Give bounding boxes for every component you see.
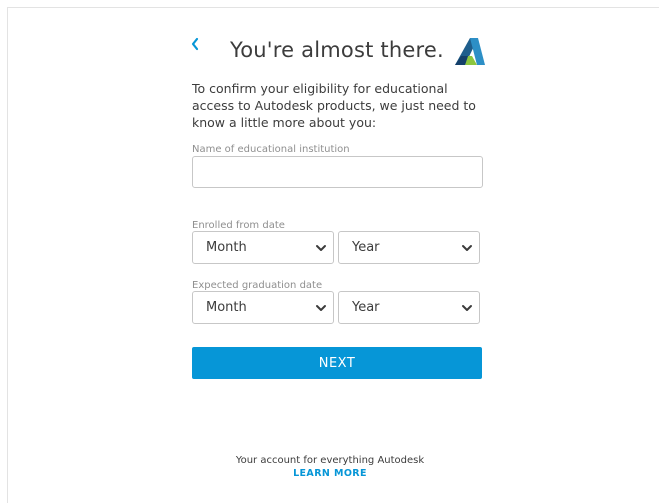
chevron-left-icon (191, 37, 199, 51)
graduation-month-value: Month (206, 300, 247, 315)
chevron-down-icon (462, 245, 472, 251)
learn-more-link[interactable]: LEARN MORE (293, 468, 367, 479)
intro-text: To confirm your eligibility for educatio… (192, 81, 476, 130)
back-button[interactable] (190, 37, 204, 55)
next-button[interactable]: NEXT (192, 347, 482, 379)
autodesk-logo (455, 38, 485, 65)
institution-label: Name of educational institution (192, 144, 350, 155)
page-title: You're almost there. (230, 38, 444, 62)
enrolled-month-value: Month (206, 240, 247, 255)
enrolled-label: Enrolled from date (192, 220, 285, 231)
enrolled-month-select[interactable]: Month (192, 231, 334, 264)
institution-input[interactable] (192, 156, 483, 188)
graduation-label: Expected graduation date (192, 280, 323, 291)
enrolled-year-select[interactable]: Year (338, 231, 480, 264)
footer-text: Your account for everything Autodesk (235, 455, 425, 466)
graduation-year-select[interactable]: Year (338, 291, 480, 324)
footer-link-container: LEARN MORE (0, 468, 660, 479)
enrolled-year-value: Year (352, 240, 380, 255)
graduation-year-value: Year (352, 300, 380, 315)
graduation-month-select[interactable]: Month (192, 291, 334, 324)
chevron-down-icon (316, 245, 326, 251)
chevron-down-icon (316, 305, 326, 311)
chevron-down-icon (462, 305, 472, 311)
